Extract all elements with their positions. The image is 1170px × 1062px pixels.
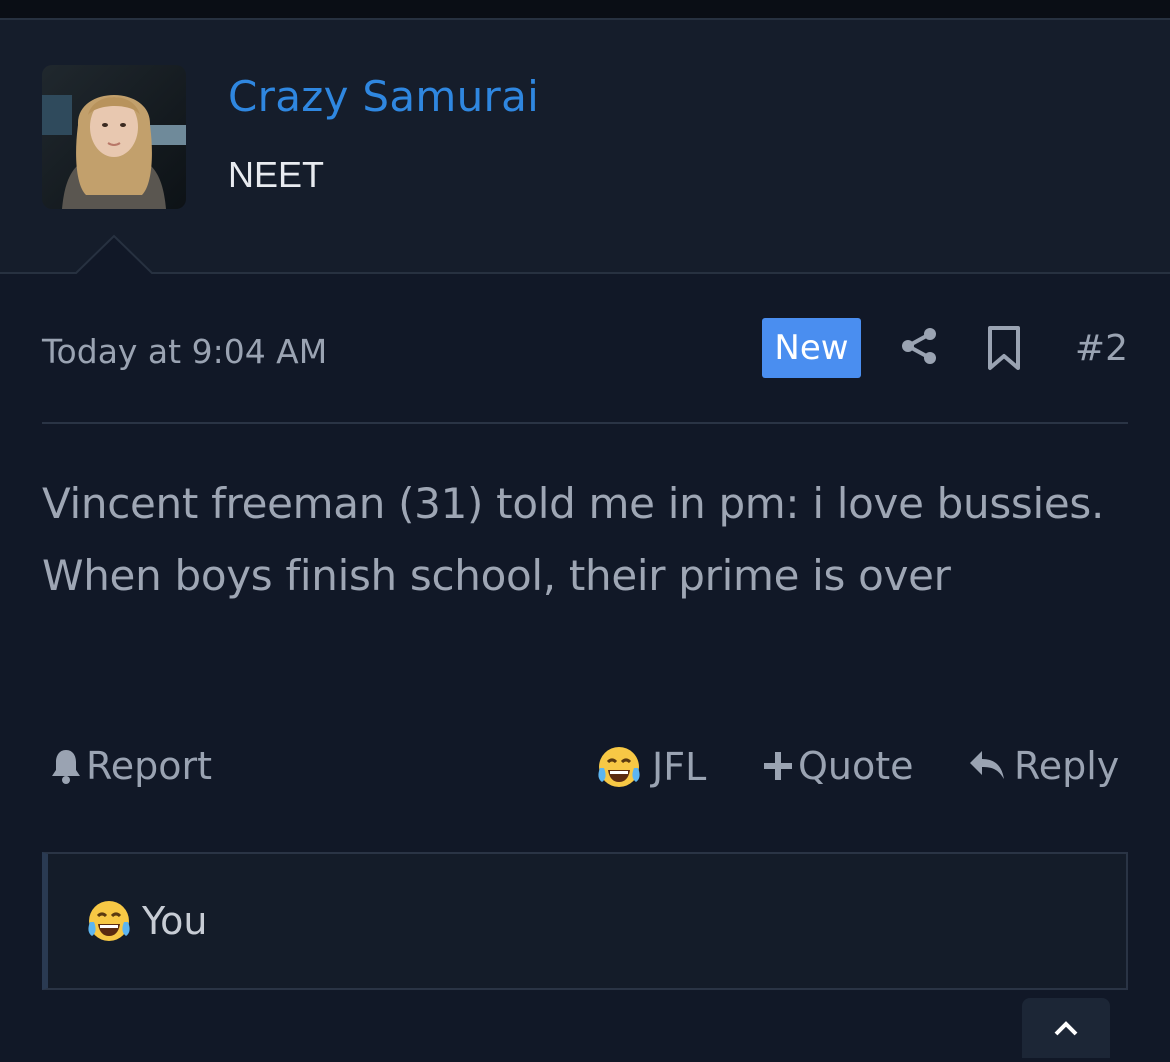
post-number-link[interactable]: #2 [1075, 328, 1128, 369]
post-date[interactable]: Today at 9:04 AM [42, 332, 327, 371]
post-message: Vincent freeman (31) told me in pm: i lo… [42, 479, 1105, 600]
chevron-up-icon [1054, 1021, 1078, 1036]
divider [42, 422, 1128, 424]
scroll-to-top-button[interactable] [1022, 998, 1110, 1058]
laughing-crying-emoji-icon [598, 747, 640, 787]
reaction-label: JFL [652, 745, 707, 789]
reaction-summary: You [86, 898, 208, 944]
user-title: NEET [228, 154, 325, 195]
report-button[interactable]: Report [50, 744, 212, 788]
reply-label: Reply [1014, 744, 1120, 788]
post-user-header: Crazy Samurai NEET [0, 18, 1170, 274]
username-link[interactable]: Crazy Samurai [228, 72, 539, 121]
reaction-summary-label: You [142, 899, 208, 943]
plus-icon [764, 752, 792, 780]
quote-button[interactable]: Quote [762, 744, 914, 788]
reply-button[interactable]: Reply [968, 744, 1119, 788]
top-strip [0, 0, 1170, 18]
reply-arrow-icon [970, 751, 1004, 779]
post-actions: Report JFL Quote Reply [42, 732, 1132, 792]
bookmark-icon[interactable] [984, 324, 1024, 372]
post-body: Today at 9:04 AM New #2 Vincent freeman … [0, 274, 1170, 1058]
post-meta: Today at 9:04 AM New #2 [42, 318, 1128, 384]
new-badge: New [762, 318, 861, 378]
quote-label: Quote [798, 744, 914, 788]
reactions-bar[interactable]: You [42, 852, 1128, 990]
report-label: Report [86, 744, 212, 788]
header-arrow-notch [74, 234, 154, 276]
bell-icon [52, 750, 80, 784]
share-icon[interactable] [898, 324, 942, 368]
reaction-button[interactable]: JFL [596, 744, 706, 790]
laughing-crying-emoji-icon [88, 901, 130, 941]
avatar[interactable] [42, 65, 186, 209]
